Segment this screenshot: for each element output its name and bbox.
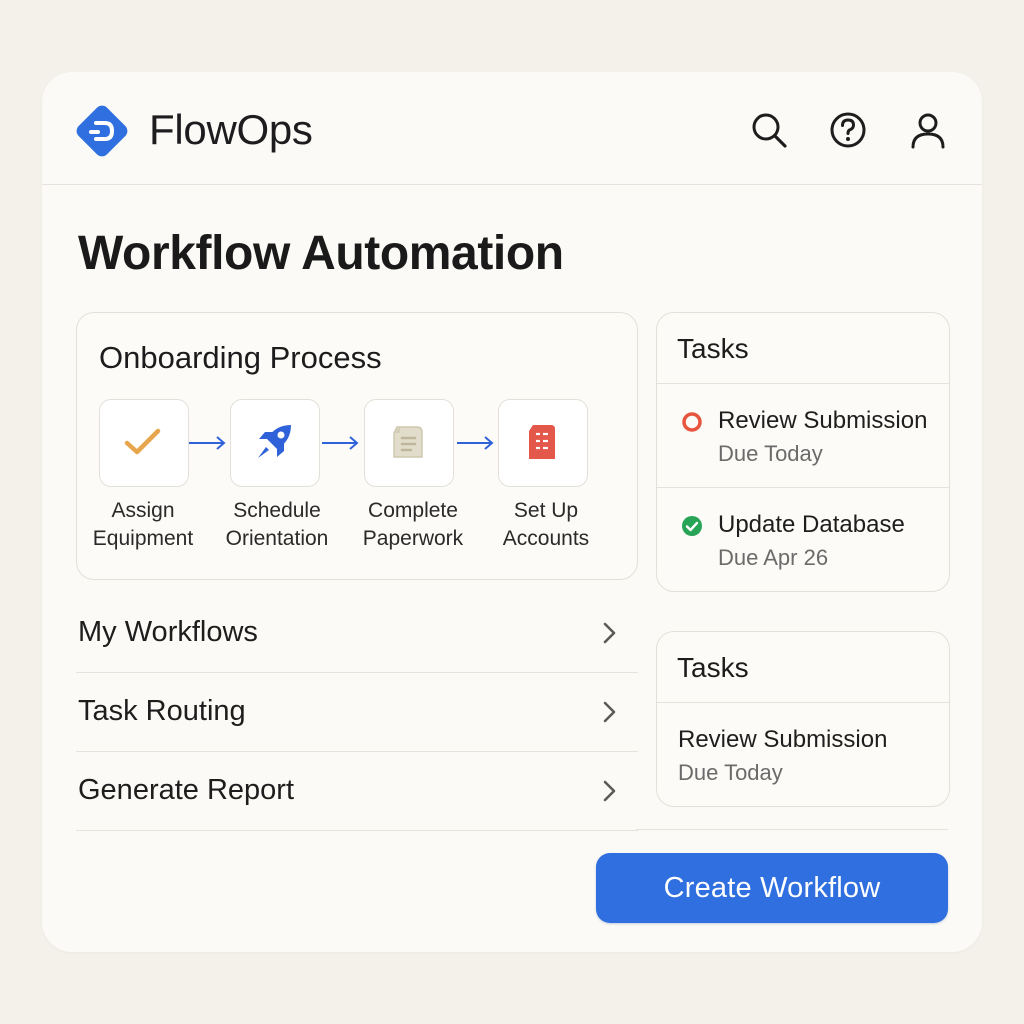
- checkmark-icon: [124, 428, 161, 455]
- search-icon[interactable]: [749, 110, 789, 150]
- nav-item-task-routing[interactable]: Task Routing: [76, 672, 638, 752]
- task-due: Due Today: [718, 441, 823, 466]
- nav-item-label: Task Routing: [78, 695, 246, 727]
- tasks-header: Tasks: [657, 632, 949, 703]
- step-label: Set Up Accounts: [502, 499, 590, 550]
- chevron-right-icon: [603, 780, 616, 802]
- document-icon: [393, 426, 423, 458]
- nav-item-label: My Workflows: [78, 616, 258, 648]
- onboarding-title: Onboarding Process: [99, 340, 382, 375]
- pending-status-icon: [682, 412, 702, 432]
- page-title: Workflow Automation: [78, 227, 564, 280]
- task-name: Update Database: [718, 511, 905, 538]
- app-window: FlowOps Workflow Automation Onboarding P…: [42, 72, 982, 952]
- nav-item-label: Generate Report: [78, 774, 295, 806]
- divider: [636, 829, 948, 830]
- rocket-icon: [258, 425, 291, 458]
- arrow-icon: [189, 436, 226, 450]
- task-item-review-submission[interactable]: Review Submission Due Today: [657, 384, 949, 488]
- tasks-card: Tasks Review Submission Due Today: [656, 631, 950, 807]
- arrow-icon: [457, 436, 494, 450]
- tasks-title: Tasks: [677, 652, 749, 683]
- task-due: Due Today: [678, 760, 783, 785]
- top-bar: FlowOps: [42, 72, 982, 185]
- help-icon[interactable]: [828, 110, 868, 150]
- step-label: Assign Equipment: [92, 499, 194, 550]
- task-name: Review Submission: [718, 407, 928, 434]
- step-assign-equipment[interactable]: [99, 399, 189, 487]
- arrow-icon: [322, 436, 359, 450]
- tasks-title: Tasks: [677, 333, 749, 364]
- step-complete-paperwork[interactable]: [364, 399, 454, 487]
- check-circle-icon: [682, 516, 702, 536]
- step-label: Schedule Orientation: [225, 499, 329, 550]
- server-icon: [529, 425, 555, 459]
- task-item-review-submission[interactable]: Review Submission Due Today: [657, 703, 949, 806]
- brand-name: FlowOps: [149, 106, 313, 153]
- task-name: Review Submission: [678, 726, 888, 753]
- tasks-header: Tasks: [657, 313, 949, 384]
- user-icon[interactable]: [908, 110, 948, 150]
- chevron-right-icon: [603, 701, 616, 723]
- nav-item-generate-report[interactable]: Generate Report: [76, 751, 638, 831]
- task-item-update-database[interactable]: Update Database Due Apr 26: [657, 488, 949, 591]
- task-due: Due Apr 26: [718, 545, 829, 570]
- nav-item-my-workflows[interactable]: My Workflows: [76, 593, 638, 673]
- tasks-card: Tasks Review Submission Due Today Update…: [656, 312, 950, 592]
- step-schedule-orientation[interactable]: [230, 399, 320, 487]
- chevron-right-icon: [603, 622, 616, 644]
- step-label: Complete Paperwork: [362, 499, 464, 550]
- onboarding-process-card: Onboarding Process Assign Equipment Sche…: [76, 312, 638, 580]
- flowops-logo-icon: [76, 105, 128, 157]
- step-set-up-accounts[interactable]: [498, 399, 588, 487]
- create-workflow-button[interactable]: Create Workflow: [596, 853, 948, 923]
